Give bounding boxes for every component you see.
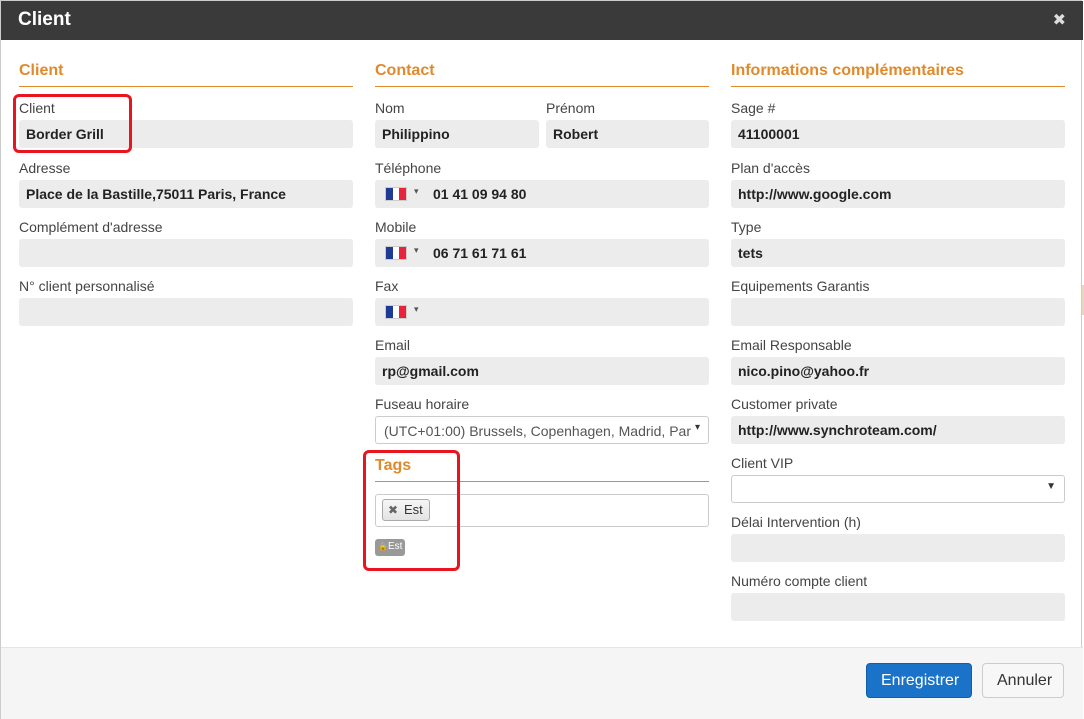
phone-field[interactable]: ▾ 01 41 09 94 80: [375, 180, 709, 208]
client-section-title: Client: [19, 62, 353, 87]
access-plan-field[interactable]: http://www.google.com: [731, 180, 1065, 208]
account-number-label: Numéro compte client: [731, 573, 868, 589]
modal-title: Client: [18, 9, 71, 30]
modal-header: Client ✖: [1, 1, 1083, 40]
address-label: Adresse: [19, 160, 71, 176]
sage-label: Sage #: [731, 100, 776, 116]
vip-select[interactable]: ▼: [731, 475, 1065, 503]
equipment-field[interactable]: [731, 298, 1065, 326]
client-modal: Client ✖ Client Client Border Grill Adre…: [0, 0, 1083, 719]
timezone-select[interactable]: (UTC+01:00) Brussels, Copenhagen, Madrid…: [375, 416, 709, 444]
highlight-box-tags: [363, 450, 460, 571]
france-flag-icon[interactable]: [385, 246, 407, 260]
fax-label: Fax: [375, 278, 399, 294]
custom-client-id-field[interactable]: [19, 298, 353, 326]
intervention-delay-label: Délai Intervention (h): [731, 514, 861, 530]
last-name-label: Nom: [375, 100, 405, 116]
close-icon[interactable]: ✖: [1053, 10, 1066, 30]
vip-label: Client VIP: [731, 455, 794, 471]
mobile-value: 06 71 61 71 61: [433, 245, 527, 261]
email-manager-field[interactable]: nico.pino@yahoo.fr: [731, 357, 1065, 385]
address-complement-field[interactable]: [19, 239, 353, 267]
address-complement-label: Complément d'adresse: [19, 219, 163, 235]
france-flag-icon[interactable]: [385, 187, 407, 201]
sage-field[interactable]: 41100001: [731, 120, 1065, 148]
mobile-label: Mobile: [375, 219, 417, 235]
first-name-field[interactable]: Robert: [546, 120, 709, 148]
custom-client-id-label: N° client personnalisé: [19, 278, 155, 294]
intervention-delay-field[interactable]: [731, 534, 1065, 562]
cancel-button[interactable]: Annuler: [982, 663, 1064, 698]
email-field[interactable]: rp@gmail.com: [375, 357, 709, 385]
phone-label: Téléphone: [375, 160, 442, 176]
chevron-down-icon[interactable]: ▾: [695, 422, 700, 433]
phone-value: 01 41 09 94 80: [433, 186, 527, 202]
chevron-down-icon[interactable]: ▾: [414, 245, 419, 256]
info-section-title: Informations complémentaires: [731, 62, 1065, 87]
account-number-field[interactable]: [731, 593, 1065, 621]
highlight-box-client: [13, 94, 132, 153]
address-field[interactable]: Place de la Bastille,75011 Paris, France: [19, 180, 353, 208]
save-button[interactable]: Enregistrer: [866, 663, 972, 698]
email-manager-label: Email Responsable: [731, 337, 852, 353]
first-name-label: Prénom: [546, 100, 596, 116]
equipment-label: Equipements Garantis: [731, 278, 870, 294]
mobile-field[interactable]: ▾ 06 71 61 71 61: [375, 239, 709, 267]
type-label: Type: [731, 219, 762, 235]
type-field[interactable]: tets: [731, 239, 1065, 267]
timezone-label: Fuseau horaire: [375, 396, 470, 412]
fax-field[interactable]: ▾: [375, 298, 709, 326]
chevron-down-icon[interactable]: ▼: [1046, 481, 1056, 492]
france-flag-icon[interactable]: [385, 305, 407, 319]
contact-section-title: Contact: [375, 62, 709, 87]
customer-private-field[interactable]: http://www.synchroteam.com/: [731, 416, 1065, 444]
chevron-down-icon[interactable]: ▾: [414, 186, 419, 197]
timezone-value: (UTC+01:00) Brussels, Copenhagen, Madrid…: [384, 423, 691, 439]
chevron-down-icon[interactable]: ▾: [414, 304, 419, 315]
access-plan-label: Plan d'accès: [731, 160, 810, 176]
customer-private-label: Customer private: [731, 396, 838, 412]
last-name-field[interactable]: Philippino: [375, 120, 539, 148]
email-label: Email: [375, 337, 411, 353]
